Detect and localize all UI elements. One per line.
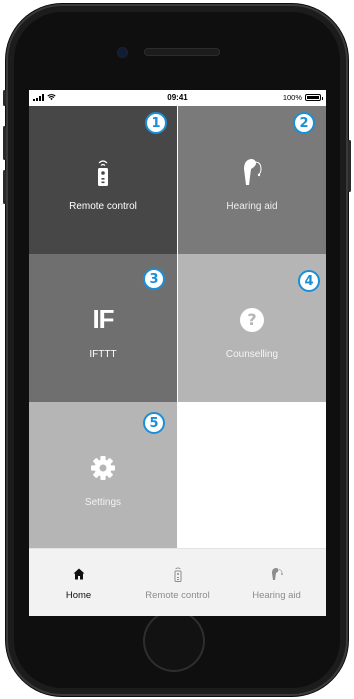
badge-3: 3 — [143, 268, 165, 290]
tab-label: Remote control — [145, 590, 210, 601]
home-button[interactable] — [143, 610, 205, 672]
tile-label: Settings — [84, 496, 122, 508]
tile-hearing-aid[interactable]: 2 Hearing aid — [178, 106, 326, 254]
badge-2: 2 — [293, 112, 315, 134]
remote-control-icon — [96, 157, 110, 187]
tile-label: Remote control — [69, 200, 137, 212]
badge-1: 1 — [145, 112, 167, 134]
tile-settings[interactable]: 5 Settings — [29, 402, 177, 550]
battery-percent: 100% — [282, 93, 302, 102]
badge-5: 5 — [143, 412, 165, 434]
tile-ifttt[interactable]: 3 IF IFTTT — [29, 254, 177, 402]
status-bar: 09:41 100% — [29, 90, 326, 106]
app-screen: 09:41 100% 1 Remote control 2 Hearing ai… — [29, 90, 326, 616]
volume-down-button — [3, 170, 6, 204]
mute-switch — [3, 90, 6, 106]
status-right: 100% — [282, 93, 323, 102]
battery-icon — [305, 94, 323, 101]
volume-up-button — [3, 126, 6, 160]
tab-label: Home — [65, 590, 92, 601]
home-icon — [73, 565, 85, 583]
hearing-aid-icon — [269, 565, 285, 583]
tile-counselling[interactable]: 4 ? Counselling — [178, 254, 326, 402]
ifttt-logo: IF — [92, 304, 114, 335]
tile-label: Hearing aid — [226, 200, 278, 212]
question-icon: ? — [240, 305, 264, 335]
tab-home[interactable]: Home — [29, 549, 128, 616]
question-mark: ? — [247, 310, 257, 329]
tab-label: Hearing aid — [252, 590, 301, 601]
hearing-aid-icon — [237, 157, 267, 187]
status-time: 09:41 — [167, 93, 188, 102]
tab-hearing-aid[interactable]: Hearing aid — [227, 549, 326, 616]
tile-remote-control[interactable]: 1 Remote control — [29, 106, 177, 254]
badge-4: 4 — [298, 270, 320, 292]
power-button — [348, 140, 351, 192]
front-camera — [118, 48, 127, 57]
gear-icon — [90, 453, 116, 483]
tile-label: Counselling — [225, 348, 279, 360]
earpiece-speaker — [144, 48, 220, 56]
remote-control-icon — [174, 565, 182, 583]
tile-label: IFTTT — [89, 348, 117, 360]
ifttt-logo-text: IF — [92, 304, 114, 334]
tab-remote-control[interactable]: Remote control — [128, 549, 227, 616]
tab-bar: Home Remote control Hearing aid — [29, 548, 326, 616]
